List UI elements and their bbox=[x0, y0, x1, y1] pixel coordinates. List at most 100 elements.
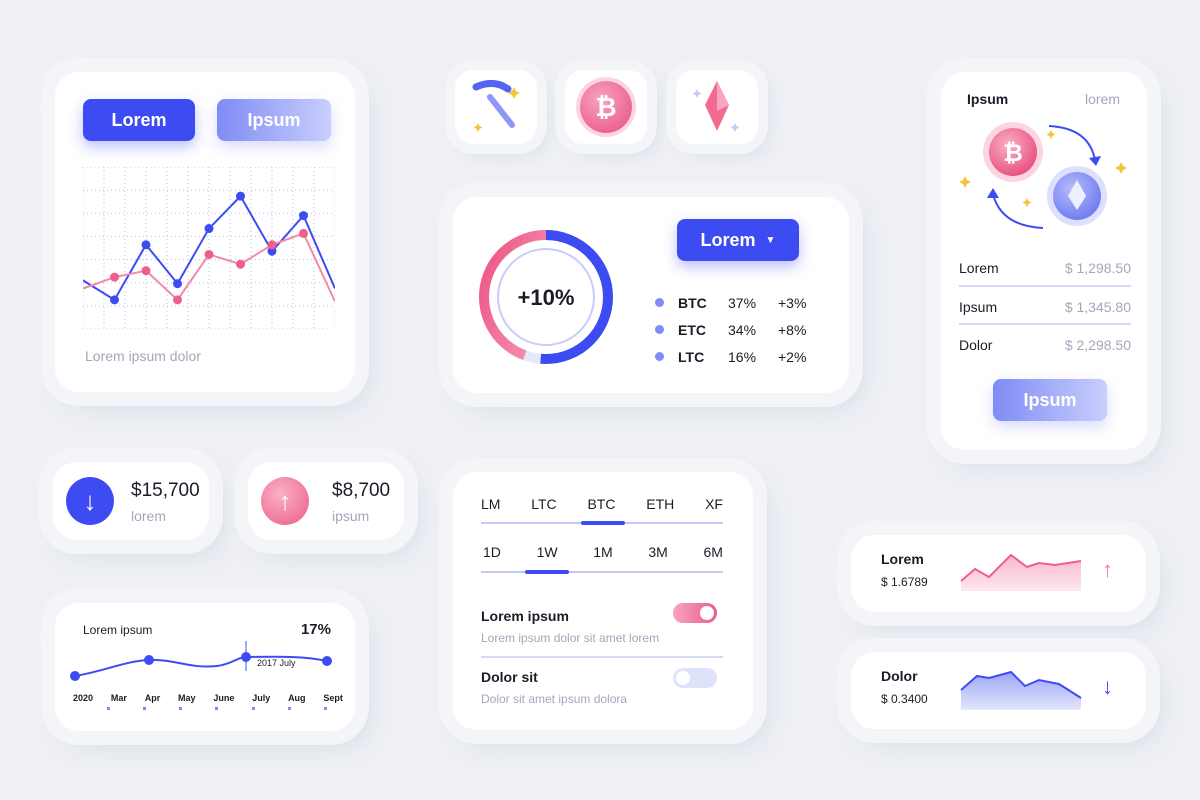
tick-mark bbox=[215, 707, 219, 710]
series-point[interactable] bbox=[141, 266, 151, 276]
legend-symbol: BTC bbox=[678, 294, 707, 311]
chart-caption: Lorem ipsum dolor bbox=[85, 348, 201, 364]
period-tab[interactable]: 1W bbox=[537, 544, 558, 560]
swap-illustration: ₿ bbox=[959, 122, 1127, 229]
series-point[interactable] bbox=[204, 249, 214, 259]
period-tabs-track bbox=[481, 571, 723, 573]
tick-mark bbox=[323, 707, 327, 710]
price-row-label: Dolor bbox=[959, 337, 993, 353]
series-point[interactable] bbox=[267, 240, 277, 250]
series-point[interactable] bbox=[173, 295, 182, 305]
bitcoin-tile[interactable]: ₿ bbox=[565, 70, 647, 144]
month-label: July bbox=[252, 693, 271, 703]
legend-share: 16% bbox=[728, 348, 757, 365]
price-row-value: $ 1,345.80 bbox=[1064, 299, 1131, 315]
series-point[interactable] bbox=[299, 228, 308, 238]
month-label: June bbox=[213, 693, 235, 703]
legend-symbol: ETC bbox=[678, 321, 706, 338]
legend-dot bbox=[655, 298, 664, 307]
caret-down-icon: ▼ bbox=[765, 234, 776, 246]
trend-up-icon: ↑ bbox=[1102, 557, 1113, 582]
series-point[interactable] bbox=[204, 224, 214, 234]
trend-down-icon: ↓ bbox=[1102, 674, 1113, 699]
legend-share: 37% bbox=[728, 294, 757, 311]
stat-card-up: ↑ $8,700 ipsum bbox=[248, 462, 404, 540]
tick-mark bbox=[107, 707, 110, 710]
sparkline-up bbox=[960, 553, 1082, 591]
setting-title: Lorem ipsum bbox=[481, 608, 569, 624]
month-label: 2020 bbox=[73, 693, 94, 703]
price-row-value: $ 2,298.50 bbox=[1064, 337, 1131, 353]
timeline-card: Lorem ipsum 17% 2017 July 2020 Mar Apr M… bbox=[55, 603, 355, 731]
setting-desc: Lorem ipsum dolor sit amet lorem bbox=[481, 631, 660, 645]
series-point[interactable] bbox=[110, 295, 119, 305]
arrow-down-icon: ↓ bbox=[66, 477, 114, 525]
series-point[interactable] bbox=[141, 240, 151, 250]
price-row-label: Lorem bbox=[959, 260, 999, 276]
setting-toggle-on[interactable] bbox=[673, 603, 717, 623]
series-point[interactable] bbox=[299, 211, 308, 221]
series-point[interactable] bbox=[173, 279, 182, 289]
period-dropdown[interactable]: Lorem ▼ bbox=[677, 219, 799, 261]
exchange-button[interactable]: Ipsum bbox=[993, 379, 1107, 421]
month-label: Apr bbox=[144, 693, 161, 703]
coin-tab[interactable]: LTC bbox=[531, 496, 556, 512]
timeline-ticks bbox=[107, 707, 327, 710]
series-point[interactable] bbox=[236, 259, 245, 269]
price-row: Dolor $ 2,298.50 bbox=[959, 337, 1131, 353]
legend-symbol: LTC bbox=[678, 348, 705, 365]
allocation-legend: BTC 37% +3% ETC 34% +8% LTC 16% +2% bbox=[655, 289, 825, 370]
ticker-card-up: Lorem $ 1.6789 ↑ bbox=[851, 535, 1146, 612]
tick-mark bbox=[251, 707, 255, 710]
bitcoin-icon: ₿ bbox=[580, 81, 632, 133]
timeline-months: 2020 Mar Apr May June July Aug Sept bbox=[73, 693, 343, 703]
period-tab[interactable]: 1M bbox=[593, 544, 612, 560]
period-tab[interactable]: 1D bbox=[483, 544, 501, 560]
legend-change: +2% bbox=[778, 348, 807, 365]
chart-tab-ipsum[interactable]: Ipsum bbox=[217, 99, 331, 141]
tick-mark bbox=[287, 707, 291, 710]
stat-label: lorem bbox=[131, 508, 167, 524]
line-chart-card: Lorem Ipsum Lorem ipsum dolor bbox=[55, 72, 355, 392]
period-tab[interactable]: 3M bbox=[648, 544, 667, 560]
tick-mark bbox=[179, 707, 183, 710]
divider bbox=[959, 323, 1131, 325]
month-label: Sept bbox=[323, 693, 343, 703]
legend-change: +3% bbox=[778, 294, 807, 311]
legend-share: 34% bbox=[728, 321, 757, 338]
divider bbox=[959, 285, 1131, 287]
allocation-card: +10% Lorem ▼ BTC 37% +3% ETC 34% +8% LTC… bbox=[453, 197, 849, 393]
mining-tile[interactable] bbox=[455, 70, 537, 144]
period-tabs: 1D 1W 1M 3M 6M bbox=[483, 544, 723, 560]
period-tab[interactable]: 6M bbox=[704, 544, 723, 560]
series-point[interactable] bbox=[236, 191, 245, 201]
exchange-card: Ipsum lorem ₿ Lorem $ 1,298.50 Ipsum $ 1… bbox=[941, 72, 1147, 450]
coin-tab[interactable]: BTC bbox=[587, 496, 615, 512]
exchange-tab-ipsum[interactable]: Ipsum bbox=[967, 91, 1008, 107]
filter-card: LM LTC BTC ETH XF 1D 1W 1M 3M 6M Lorem i… bbox=[453, 472, 753, 730]
chart-tab-lorem[interactable]: Lorem bbox=[83, 99, 195, 141]
series-point[interactable] bbox=[110, 272, 119, 282]
ethereum-crystal-icon bbox=[692, 81, 740, 132]
ticker-card-down: Dolor $ 0.3400 ↓ bbox=[851, 652, 1146, 729]
ticker-name: Lorem bbox=[881, 551, 924, 567]
ticker-name: Dolor bbox=[881, 668, 918, 684]
setting-toggle-off[interactable] bbox=[673, 668, 717, 688]
coin-tab[interactable]: ETH bbox=[646, 496, 674, 512]
stat-label: ipsum bbox=[332, 508, 370, 524]
coin-tab[interactable]: LM bbox=[481, 496, 500, 512]
legend-row-etc: ETC 34% +8% bbox=[655, 316, 825, 343]
period-tab-indicator bbox=[525, 570, 569, 574]
price-row-label: Ipsum bbox=[959, 299, 998, 315]
legend-dot bbox=[655, 325, 664, 334]
coin-tab[interactable]: XF bbox=[705, 496, 723, 512]
price-row-value: $ 1,298.50 bbox=[1064, 260, 1131, 276]
ethereum-tile[interactable] bbox=[676, 70, 758, 144]
stat-amount: $15,700 bbox=[131, 480, 200, 501]
timeline-chart bbox=[70, 641, 332, 681]
coin-tab-indicator bbox=[581, 521, 625, 525]
sparkline-down bbox=[960, 670, 1082, 710]
arrow-up-icon: ↑ bbox=[261, 477, 309, 525]
line-chart bbox=[83, 167, 335, 329]
exchange-tab-lorem[interactable]: lorem bbox=[1085, 91, 1120, 107]
